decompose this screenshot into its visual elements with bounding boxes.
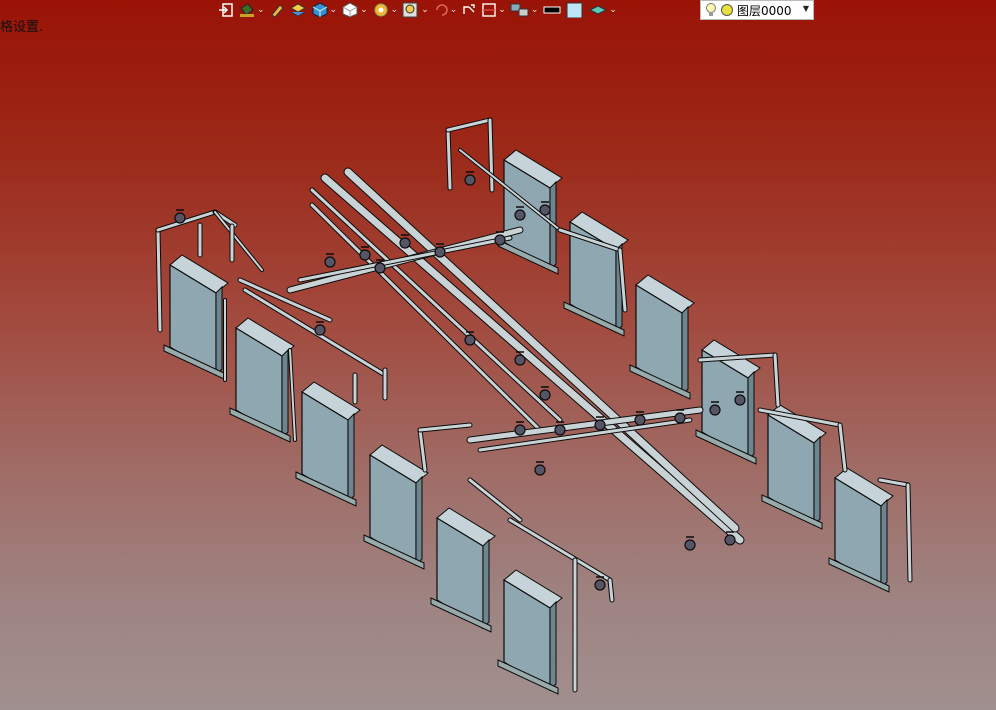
- frame-left-vertical: [156, 228, 162, 332]
- valve: [724, 534, 736, 546]
- sun-render-icon: [374, 3, 388, 17]
- frame-left-diag: [214, 211, 263, 271]
- frame-tr-vertical: [446, 128, 452, 190]
- 3d-model-viewport[interactable]: [0, 0, 996, 710]
- valve: [514, 354, 526, 366]
- frame-tr-top: [446, 118, 492, 132]
- pan-button[interactable]: [461, 0, 477, 20]
- section-icon: [482, 3, 496, 17]
- valve: [374, 262, 386, 274]
- valve: [709, 404, 721, 416]
- layer-on-icon: [721, 4, 733, 16]
- cube-view-icon: [312, 2, 328, 18]
- panel-side: [549, 600, 557, 692]
- valve: [464, 174, 476, 186]
- color-lightblue-button[interactable]: [566, 0, 584, 20]
- zoom-window-icon: [402, 2, 418, 18]
- valve: [434, 246, 446, 258]
- valve: [359, 249, 371, 261]
- valve: [674, 412, 686, 424]
- exit-icon: [219, 3, 233, 17]
- layer-stack-button[interactable]: [289, 0, 307, 20]
- valve: [174, 212, 186, 224]
- panel-side: [880, 498, 888, 590]
- layer-name: 图层0000: [737, 3, 792, 18]
- valve: [634, 414, 646, 426]
- valve: [514, 424, 526, 436]
- valve: [314, 324, 326, 336]
- panel-side: [415, 475, 423, 567]
- panel-side: [281, 348, 289, 440]
- layer-selector[interactable]: 图层0000 ▼: [700, 0, 814, 20]
- frame-bl-rail: [468, 478, 522, 522]
- panel-side: [681, 305, 689, 397]
- valve: [734, 394, 746, 406]
- valve: [464, 334, 476, 346]
- lightbulb-icon: [706, 3, 716, 16]
- color-black-button[interactable]: [542, 0, 562, 20]
- valve: [539, 389, 551, 401]
- valve: [534, 464, 546, 476]
- viewport-icon: [510, 3, 529, 17]
- valve: [399, 237, 411, 249]
- layer-tool-icon: [589, 5, 608, 15]
- valve: [324, 256, 336, 268]
- section-dropdown[interactable]: ⌄: [481, 0, 506, 20]
- panel-side: [347, 412, 355, 504]
- valve: [554, 424, 566, 436]
- pan-icon: [463, 4, 475, 14]
- color-lightblue-icon: [566, 2, 583, 18]
- pencil-button[interactable]: [269, 0, 285, 20]
- layer-stack-icon: [289, 3, 306, 17]
- cube-view-dropdown[interactable]: ⌄: [311, 0, 337, 20]
- view-toolbar: ⌄ ⌄ ⌄ ⌄ ⌄ ⌄ ⌄ ⌄ ⌄: [218, 0, 617, 20]
- viewport-dropdown[interactable]: ⌄: [510, 0, 538, 20]
- paint-bucket-icon: [240, 3, 254, 17]
- frame-bl-rail-2: [508, 518, 612, 582]
- panel-side: [215, 285, 223, 377]
- panel-side: [482, 538, 490, 630]
- valve: [514, 209, 526, 221]
- zoom-window-dropdown[interactable]: ⌄: [402, 0, 429, 20]
- color-black-icon: [543, 6, 561, 14]
- frame-tr-vertical-2: [488, 118, 494, 192]
- valve: [684, 539, 696, 551]
- orbit-dropdown[interactable]: ⌄: [433, 0, 457, 20]
- pencil-icon: [270, 4, 284, 18]
- valve: [494, 234, 506, 246]
- white-cube-icon: [342, 2, 358, 18]
- layer-tool-dropdown[interactable]: ⌄: [588, 0, 617, 20]
- dropdown-arrow-icon: ▼: [802, 4, 809, 13]
- white-cube-dropdown[interactable]: ⌄: [341, 0, 368, 20]
- frame-left-top: [156, 210, 217, 232]
- status-text: 格设置.: [0, 20, 44, 35]
- valve: [539, 204, 551, 216]
- valve: [594, 579, 606, 591]
- paint-dropdown[interactable]: ⌄: [238, 0, 265, 20]
- valve: [594, 419, 606, 431]
- exit-button[interactable]: [218, 0, 234, 20]
- panel-side: [747, 370, 755, 462]
- orbit-icon: [435, 4, 448, 16]
- render-dropdown[interactable]: ⌄: [372, 0, 398, 20]
- frame-bl-post-2: [608, 578, 614, 602]
- frame-r-end-vertical: [906, 483, 912, 582]
- panel-side: [813, 435, 821, 527]
